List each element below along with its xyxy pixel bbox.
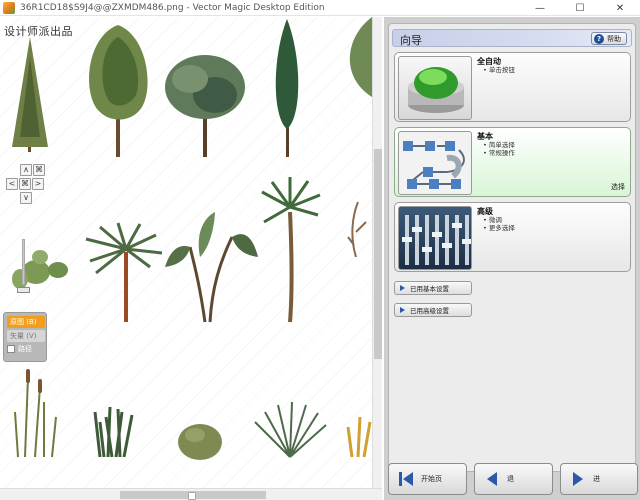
paths-checkbox[interactable]: [7, 345, 15, 353]
grass-clump-1: [93, 406, 134, 458]
back-label: 退: [507, 475, 514, 483]
zoom-actual-button[interactable]: ⌘: [19, 178, 31, 190]
mixer-icon: [398, 206, 472, 270]
green-button-icon: [398, 56, 472, 120]
cattail-reeds: [14, 369, 57, 458]
advanced-settings-label: 已用高级设置: [410, 307, 449, 315]
title-bar: 36R1CD18$S9J4@@ZXMDM486.png - Vector Mag…: [0, 0, 640, 16]
broadleaf-tree-1: [89, 25, 148, 157]
image-canvas[interactable]: 设计师派出品 ∧ ⌘ < ⌘ > ∨ 原图 (B) 矢量 (V) 路径: [0, 17, 372, 488]
next-label: 进: [593, 475, 600, 483]
vertical-scroll-thumb[interactable]: [374, 149, 382, 359]
mossy-rock: [178, 424, 222, 460]
next-button[interactable]: 进: [560, 463, 638, 495]
wizard-title: 向导: [400, 34, 422, 47]
basic-settings-button[interactable]: 已用基本设置: [394, 281, 472, 295]
show-result-button[interactable]: 矢量 (V): [7, 330, 45, 342]
help-button[interactable]: ? 帮助: [591, 32, 627, 45]
pan-up-button[interactable]: ∧: [20, 164, 32, 176]
fan-palm: [85, 222, 163, 322]
banana-plant: [165, 212, 258, 323]
maximize-button[interactable]: ☐: [560, 0, 600, 16]
option-bullets: 微调 更多选择: [483, 216, 515, 232]
play-arrow-icon: [400, 285, 405, 291]
pan-down-button[interactable]: ∨: [20, 192, 32, 204]
minimize-button[interactable]: —: [520, 0, 560, 16]
flowchart-icon: [398, 131, 472, 195]
golden-grass-edge: [346, 416, 372, 458]
option-bullet: 微调: [483, 216, 515, 224]
zoom-fit-button[interactable]: ⌘: [33, 164, 45, 176]
start-page-button[interactable]: 开始页: [388, 463, 467, 495]
pan-left-button[interactable]: <: [6, 178, 18, 190]
help-icon: ?: [594, 33, 604, 44]
wizard-panel: 向导 ? 帮助 全自动 单击按钮: [384, 17, 640, 500]
option-bullet: 单击按钮: [483, 66, 515, 74]
pan-right-button[interactable]: >: [32, 178, 44, 190]
coconut-palm: [261, 177, 321, 323]
cypress-tree-1: [12, 37, 48, 152]
round-tree: [165, 55, 245, 157]
horizontal-scrollbar[interactable]: [0, 488, 382, 500]
app-icon: [3, 1, 15, 14]
vertical-scrollbar[interactable]: [372, 17, 382, 488]
start-page-label: 开始页: [421, 475, 442, 483]
partial-tree-edge: [349, 17, 372, 97]
option-bullet: 简单选择: [483, 141, 515, 149]
option-bullets: 单击按钮: [483, 66, 515, 74]
window-controls: — ☐ ✕: [520, 0, 640, 16]
cactus-plant: [12, 250, 68, 289]
option-advanced[interactable]: 高级 微调 更多选择: [394, 202, 631, 272]
wizard-header: 向导 ? 帮助: [392, 29, 632, 47]
close-button[interactable]: ✕: [600, 0, 640, 16]
play-arrow-icon: [400, 307, 405, 313]
display-mode-panel: 原图 (B) 矢量 (V) 路径: [3, 312, 47, 362]
zoom-slider-thumb[interactable]: [17, 287, 30, 293]
option-bullets: 简单选择 常规操作: [483, 141, 515, 157]
next-arrow-icon: [571, 471, 585, 487]
poplar-tree: [275, 19, 299, 157]
window-title: 36R1CD18$S9J4@@ZXMDM486.png - Vector Mag…: [20, 2, 325, 13]
option-bullet: 常规操作: [483, 149, 515, 157]
option-fully-automatic[interactable]: 全自动 单击按钮: [394, 52, 631, 122]
bare-branch-edge: [347, 201, 367, 258]
choose-label: 选择: [611, 183, 625, 191]
back-arrow-icon: [485, 471, 499, 487]
start-page-icon: [399, 471, 413, 487]
show-paths-toggle[interactable]: 路径: [7, 344, 43, 354]
back-button[interactable]: 退: [474, 463, 553, 495]
paths-label: 路径: [18, 345, 32, 353]
zoom-slider-track[interactable]: [22, 239, 25, 285]
horizontal-scroll-thumb[interactable]: [120, 491, 266, 500]
option-basic[interactable]: 基本 简单选择 常规操作 选择: [394, 127, 631, 197]
advanced-settings-button[interactable]: 已用高级设置: [394, 303, 472, 317]
basic-settings-label: 已用基本设置: [410, 285, 449, 293]
ornamental-grass: [254, 401, 327, 458]
plant-illustrations: [12, 17, 372, 460]
option-bullet: 更多选择: [483, 224, 515, 232]
help-label: 帮助: [607, 34, 621, 43]
show-original-button[interactable]: 原图 (B): [7, 316, 45, 328]
